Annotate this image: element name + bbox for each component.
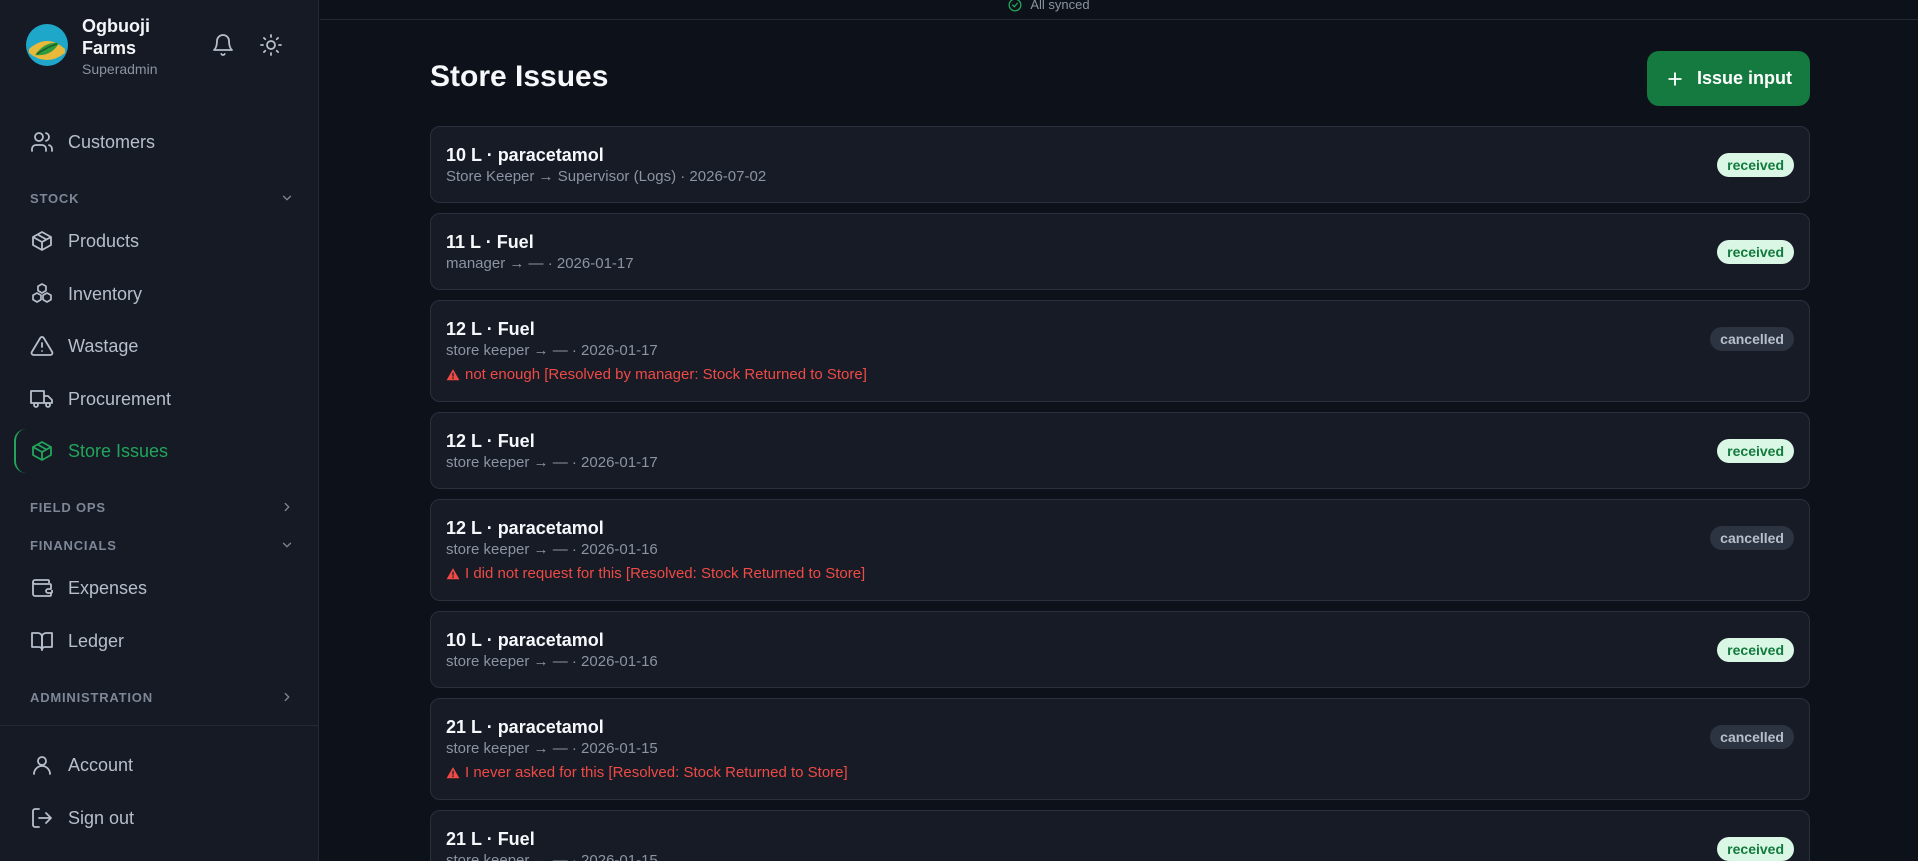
status-badge: cancelled xyxy=(1710,725,1794,749)
nav-ledger[interactable]: Ledger xyxy=(14,619,306,663)
issue-note-text: I did not request for this [Resolved: St… xyxy=(465,565,866,582)
nav-customers-label: Customers xyxy=(68,131,156,152)
sidebar-divider xyxy=(0,725,319,726)
issue-card[interactable]: 12 L · Fuel store keeper → — · 2026-01-1… xyxy=(430,412,1810,489)
issue-note: I did not request for this [Resolved: St… xyxy=(446,565,865,582)
nav-products-label: Products xyxy=(68,230,140,251)
status-badge: received xyxy=(1717,638,1794,662)
issue-card[interactable]: 10 L · paracetamol store keeper → — · 20… xyxy=(430,611,1810,688)
user-icon xyxy=(33,756,51,775)
nav-inventory[interactable]: Inventory xyxy=(14,272,306,316)
nav-account-label: Account xyxy=(68,754,134,775)
status-badge: received xyxy=(1717,153,1794,177)
issue-title: 12 L · Fuel xyxy=(446,319,535,339)
brand[interactable]: Ogbuoji Farms Superadmin xyxy=(25,15,162,77)
sidebar: Ogbuoji Farms Superadmin Customers STOCK… xyxy=(0,0,319,861)
user-role: Superadmin xyxy=(82,61,158,77)
nav-sign-out-label: Sign out xyxy=(68,807,135,828)
issue-title: 11 L · Fuel xyxy=(446,232,534,252)
package-icon xyxy=(32,231,52,251)
section-administration[interactable]: ADMINISTRATION xyxy=(30,687,294,707)
theme-toggle-sun-icon[interactable] xyxy=(259,33,283,57)
chevron-right-icon xyxy=(284,502,290,512)
issue-subtitle: manager → — · 2026-01-17 xyxy=(446,255,634,272)
nav-expenses[interactable]: Expenses xyxy=(14,566,306,610)
nav-store-issues-label: Store Issues xyxy=(68,440,169,461)
page-title: Store Issues xyxy=(430,60,609,93)
nav-customers[interactable]: Customers xyxy=(14,120,306,164)
nav-products[interactable]: Products xyxy=(14,219,306,263)
section-field-ops[interactable]: FIELD OPS xyxy=(30,497,294,517)
nav-procurement-label: Procurement xyxy=(68,388,172,409)
nav-ledger-label: Ledger xyxy=(68,630,125,651)
boxes-icon xyxy=(32,283,52,303)
chevron-down-icon xyxy=(282,542,292,548)
nav-wastage-label: Wastage xyxy=(68,335,139,356)
issue-title: 21 L · paracetamol xyxy=(446,717,604,737)
issue-subtitle: store keeper → — · 2026-01-17 xyxy=(446,454,658,471)
plus-icon xyxy=(1668,71,1682,86)
warning-triangle-icon xyxy=(446,567,460,579)
sync-status: All synced xyxy=(1008,0,1090,12)
nav-inventory-label: Inventory xyxy=(68,283,143,304)
section-field-ops-label: FIELD OPS xyxy=(30,499,106,515)
issue-note-text: not enough [Resolved by manager: Stock R… xyxy=(465,366,867,383)
status-badge: cancelled xyxy=(1710,526,1794,550)
issue-subtitle: store keeper → — · 2026-01-16 xyxy=(446,541,658,558)
sign-out-icon xyxy=(32,808,52,828)
notifications-bell-icon[interactable] xyxy=(211,33,235,57)
issue-title: 21 L · Fuel xyxy=(446,829,535,849)
check-circle-icon xyxy=(1008,0,1022,11)
issue-subtitle: store keeper → — · 2026-01-15 xyxy=(446,852,658,861)
top-bar: All synced xyxy=(320,0,1918,20)
warning-triangle-icon xyxy=(446,368,460,380)
users-icon xyxy=(31,132,53,152)
warning-triangle-icon xyxy=(30,336,54,356)
issue-note: not enough [Resolved by manager: Stock R… xyxy=(446,366,867,383)
nav-wastage[interactable]: Wastage xyxy=(14,324,306,368)
issue-note: I never asked for this [Resolved: Stock … xyxy=(446,764,848,781)
farm-logo-icon xyxy=(26,24,68,66)
truck-icon xyxy=(30,390,53,408)
issue-title: 10 L · paracetamol xyxy=(446,630,604,650)
issue-note-text: I never asked for this [Resolved: Stock … xyxy=(465,764,848,781)
issue-card[interactable]: 10 L · paracetamol Store Keeper → Superv… xyxy=(430,126,1810,203)
warning-triangle-icon xyxy=(446,766,460,778)
issue-subtitle: store keeper → — · 2026-01-17 xyxy=(446,342,658,359)
nav-expenses-label: Expenses xyxy=(68,577,148,598)
nav-sign-out[interactable]: Sign out xyxy=(14,796,306,840)
chevron-down-icon xyxy=(282,195,292,201)
issue-card[interactable]: 21 L · paracetamol store keeper → — · 20… xyxy=(430,698,1810,800)
nav-procurement[interactable]: Procurement xyxy=(14,377,306,421)
status-badge: received xyxy=(1717,837,1794,861)
section-financials[interactable]: FINANCIALS xyxy=(30,535,294,555)
issue-card[interactable]: 21 L · Fuel store keeper → — · 2026-01-1… xyxy=(430,810,1810,861)
sync-status-label: All synced xyxy=(1030,0,1090,12)
issue-title: 10 L · paracetamol xyxy=(446,145,604,165)
section-financials-label: FINANCIALS xyxy=(30,537,117,553)
book-open-icon xyxy=(31,632,53,651)
section-stock[interactable]: STOCK xyxy=(30,188,294,208)
issue-subtitle: store keeper → — · 2026-01-16 xyxy=(446,653,658,670)
brand-name: Ogbuoji Farms xyxy=(82,16,150,58)
nav-account[interactable]: Account xyxy=(14,743,306,787)
issue-subtitle: Store Keeper → Supervisor (Logs) · 2026-… xyxy=(446,168,767,185)
issue-input-button[interactable]: Issue input xyxy=(1647,51,1810,106)
section-stock-label: STOCK xyxy=(30,190,80,206)
status-badge: received xyxy=(1717,439,1794,463)
section-administration-label: ADMINISTRATION xyxy=(30,689,153,705)
issue-card[interactable]: 12 L · Fuel store keeper → — · 2026-01-1… xyxy=(430,300,1810,402)
issue-title: 12 L · paracetamol xyxy=(446,518,604,538)
status-badge: cancelled xyxy=(1710,327,1794,351)
package-icon xyxy=(32,441,52,461)
nav-store-issues[interactable]: Store Issues xyxy=(14,429,306,473)
issue-title: 12 L · Fuel xyxy=(446,431,535,451)
status-badge: received xyxy=(1717,240,1794,264)
issue-card[interactable]: 11 L · Fuel manager → — · 2026-01-17 rec… xyxy=(430,213,1810,290)
issue-input-button-label: Issue input xyxy=(1696,68,1792,88)
issue-card[interactable]: 12 L · paracetamol store keeper → — · 20… xyxy=(430,499,1810,601)
chevron-right-icon xyxy=(284,692,290,702)
issue-subtitle: store keeper → — · 2026-01-15 xyxy=(446,740,658,757)
wallet-icon xyxy=(32,579,53,597)
